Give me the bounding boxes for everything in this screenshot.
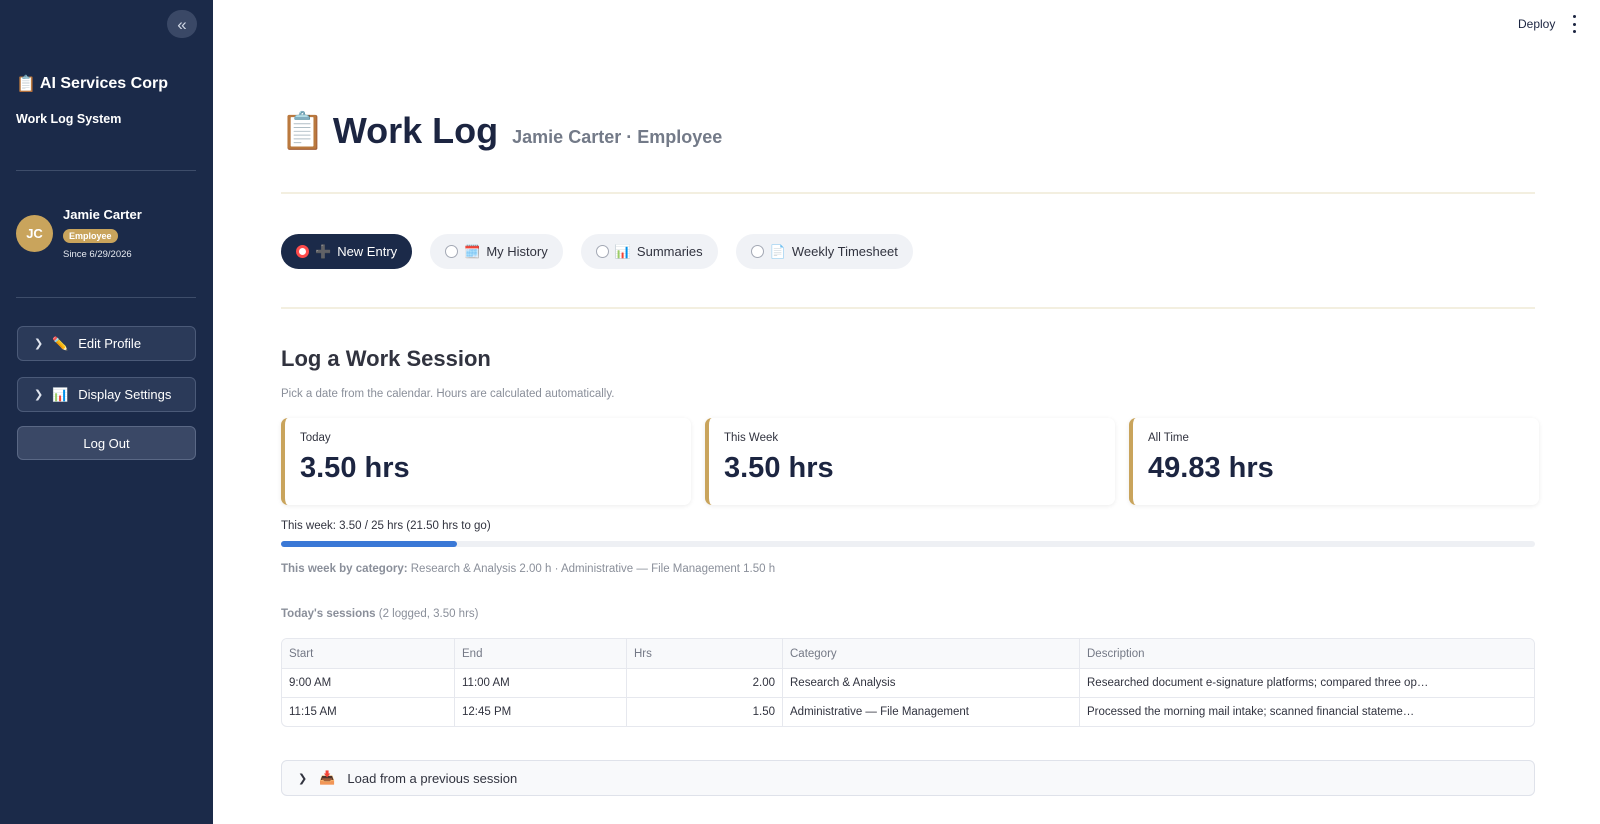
table-cell[interactable]: 2.00 xyxy=(626,669,782,697)
sidebar-divider xyxy=(16,297,196,298)
table-cell[interactable]: 11:15 AM xyxy=(282,698,454,726)
double-chevron-left-icon: « xyxy=(177,14,187,34)
brand-subtitle: Work Log System xyxy=(16,112,122,126)
radio-selected-icon xyxy=(296,245,309,258)
column-header[interactable]: Hrs xyxy=(626,639,782,668)
brand-name: AI Services Corp xyxy=(39,75,168,92)
radio-icon xyxy=(750,245,764,258)
table-row: 11:15 AM 12:45 PM 1.50 Administrative — … xyxy=(282,697,1534,726)
tab-my-history[interactable]: 🗓️ My History xyxy=(430,234,563,269)
pencil-icon: ✏️ xyxy=(52,335,69,351)
column-header[interactable]: Description xyxy=(1079,639,1534,668)
table-cell[interactable]: 11:00 AM xyxy=(454,669,626,697)
table-cell[interactable]: 12:45 PM xyxy=(454,698,626,726)
member-since: Since 6/29/2026 xyxy=(63,249,132,260)
page-title: 📋 Work Log xyxy=(280,110,498,152)
table-cell[interactable]: Research & Analysis xyxy=(782,669,1079,697)
today-sessions-heading: Today's sessions (2 logged, 3.50 hrs) xyxy=(281,608,479,620)
avatar: JC xyxy=(16,215,53,252)
more-options-icon[interactable] xyxy=(1570,15,1578,33)
radio-icon xyxy=(445,245,459,258)
weekly-progress-label: This week: 3.50 / 25 hrs (21.50 hrs to g… xyxy=(281,520,491,532)
table-cell[interactable]: Administrative — File Management xyxy=(782,698,1079,726)
sidebar-divider xyxy=(16,170,196,171)
role-badge: Employee xyxy=(63,229,118,243)
clipboard-icon: 📋 xyxy=(280,110,325,151)
table-cell[interactable]: 9:00 AM xyxy=(282,669,454,697)
bar-chart-icon: 📊 xyxy=(614,243,631,259)
header-divider xyxy=(281,192,1535,194)
table-cell[interactable]: Processed the morning mail intake; scann… xyxy=(1079,698,1534,726)
tabs-divider xyxy=(281,307,1535,309)
metric-this-week: This Week 3.50 hrs xyxy=(705,418,1115,505)
logout-button[interactable]: Log Out xyxy=(17,426,196,460)
tab-label: Summaries xyxy=(636,244,703,259)
collapse-sidebar-button[interactable]: « xyxy=(167,10,197,38)
table-header-row: Start End Hrs Category Description xyxy=(282,639,1534,668)
weekly-progress-fill xyxy=(281,541,457,547)
deploy-button[interactable]: Deploy xyxy=(1518,17,1555,31)
display-settings-label: Display Settings xyxy=(78,387,172,402)
metric-label: Today xyxy=(300,432,331,444)
inbox-tray-icon: 📥 xyxy=(319,770,336,785)
view-tabs: ➕ New Entry 🗓️ My History 📊 Summaries 📄 … xyxy=(281,234,913,269)
category-breakdown-label: This week by category: xyxy=(281,563,408,575)
page-subtitle: Jamie Carter · Employee xyxy=(512,127,723,147)
tab-new-entry[interactable]: ➕ New Entry xyxy=(281,234,413,269)
sessions-table: Start End Hrs Category Description 9:00 … xyxy=(281,638,1535,727)
clipboard-icon: 📋 xyxy=(16,76,36,93)
tab-weekly-timesheet[interactable]: 📄 Weekly Timesheet xyxy=(735,234,913,269)
table-cell[interactable]: Researched document e-signature platform… xyxy=(1079,669,1534,697)
tab-label: New Entry xyxy=(337,244,398,259)
metric-today: Today 3.50 hrs xyxy=(281,418,691,505)
tab-summaries[interactable]: 📊 Summaries xyxy=(580,234,718,269)
column-header[interactable]: End xyxy=(454,639,626,668)
metric-label: All Time xyxy=(1148,432,1189,444)
load-previous-label: Load from a previous session xyxy=(347,770,518,786)
chevron-right-icon: ❯ xyxy=(34,389,44,401)
calendar-icon: 🗓️ xyxy=(464,243,481,259)
column-header[interactable]: Category xyxy=(782,639,1079,668)
edit-profile-label: Edit Profile xyxy=(78,336,142,351)
page-title-text: Work Log xyxy=(332,110,499,151)
table-row: 9:00 AM 11:00 AM 2.00 Research & Analysi… xyxy=(282,668,1534,697)
metric-all-time: All Time 49.83 hrs xyxy=(1129,418,1539,505)
tab-label: Weekly Timesheet xyxy=(791,244,898,259)
column-header[interactable]: Start xyxy=(282,639,454,668)
tab-label: My History xyxy=(486,244,548,259)
page-header: 📋 Work Log Jamie Carter · Employee xyxy=(280,110,722,152)
sidebar: « 📋 AI Services Corp Work Log System JC … xyxy=(0,0,213,824)
radio-icon xyxy=(595,245,609,258)
chevron-right-icon: ❯ xyxy=(298,772,308,785)
category-breakdown-text: Research & Analysis 2.00 h · Administrat… xyxy=(410,563,776,575)
display-settings-expander[interactable]: ❯ 📊 Display Settings xyxy=(17,377,196,412)
edit-profile-expander[interactable]: ❯ ✏️ Edit Profile xyxy=(17,326,196,361)
metric-value: 3.50 hrs xyxy=(724,452,834,484)
brand: 📋 AI Services Corp xyxy=(16,74,168,94)
bar-chart-icon: 📊 xyxy=(52,386,69,402)
chevron-right-icon: ❯ xyxy=(34,338,44,350)
today-sessions-detail: (2 logged, 3.50 hrs) xyxy=(378,608,479,620)
weekly-progress-bar xyxy=(281,541,1535,547)
metric-value: 49.83 hrs xyxy=(1148,452,1274,484)
today-sessions-label: Today's sessions xyxy=(281,608,376,620)
metric-value: 3.50 hrs xyxy=(300,452,410,484)
table-cell[interactable]: 1.50 xyxy=(626,698,782,726)
plus-icon: ➕ xyxy=(315,243,332,259)
document-icon: 📄 xyxy=(769,243,786,259)
section-title: Log a Work Session xyxy=(281,346,491,371)
user-name: Jamie Carter xyxy=(63,207,142,222)
metric-label: This Week xyxy=(724,432,779,444)
category-breakdown: This week by category: Research & Analys… xyxy=(281,563,775,575)
load-previous-session-expander[interactable]: ❯ 📥 Load from a previous session xyxy=(281,760,1535,796)
section-hint: Pick a date from the calendar. Hours are… xyxy=(281,388,615,400)
